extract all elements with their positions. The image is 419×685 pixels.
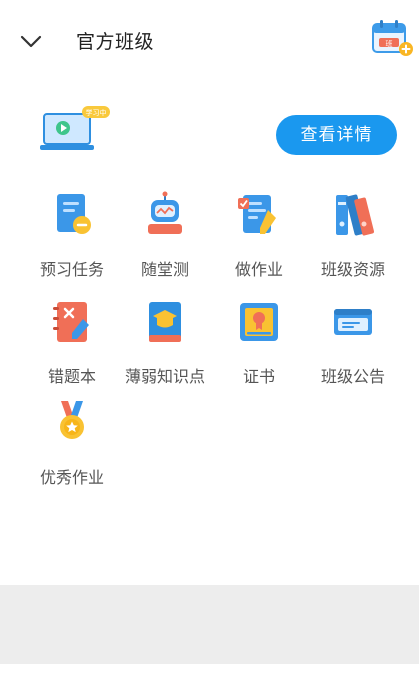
grid-item-preview-task[interactable]: 预习任务 <box>20 190 124 280</box>
grid-label: 班级资源 <box>320 260 385 279</box>
medal-icon <box>60 401 84 439</box>
classroom-laptop-icon: 学习中 <box>40 106 110 150</box>
grid-label: 优秀作业 <box>39 468 104 487</box>
page-title: 官方班级 <box>76 31 155 53</box>
view-details-button[interactable]: 查看详情 <box>276 115 397 155</box>
footer-area <box>0 585 419 664</box>
grid-label: 班级公告 <box>320 367 385 386</box>
top-bar: 官方班级 班 <box>0 0 419 82</box>
binders-icon <box>336 194 374 236</box>
certificate-icon <box>240 303 278 341</box>
grid-item-excellent-homework[interactable]: 优秀作业 <box>20 398 124 488</box>
grid-label: 薄弱知识点 <box>124 367 205 386</box>
grid-item-certificate[interactable]: 证书 <box>207 297 311 387</box>
chevron-down-icon[interactable] <box>18 28 44 54</box>
wrong-notebook-icon <box>53 302 89 342</box>
grid-label: 随堂测 <box>140 260 189 279</box>
grid-item-quiz[interactable]: 随堂测 <box>113 190 217 280</box>
announcement-icon <box>334 309 372 335</box>
robot-quiz-icon <box>148 191 182 234</box>
graduation-book-icon <box>149 302 181 342</box>
grid-item-weak-points[interactable]: 薄弱知识点 <box>113 297 217 387</box>
grid-label: 错题本 <box>47 367 96 386</box>
grid-item-wrong-notebook[interactable]: 错题本 <box>20 297 124 387</box>
calendar-badge-text: 班 <box>386 39 393 48</box>
grid-label: 做作业 <box>234 260 283 279</box>
preview-task-icon <box>57 194 91 234</box>
grid-item-class-resources[interactable]: 班级资源 <box>301 190 405 280</box>
grid-item-announcement[interactable]: 班级公告 <box>301 297 405 387</box>
grid-label: 证书 <box>242 367 275 386</box>
banner-tag: 学习中 <box>86 108 107 117</box>
grid-label: 预习任务 <box>39 260 104 279</box>
class-calendar-icon[interactable]: 班 <box>370 18 414 58</box>
grid-item-homework[interactable]: 做作业 <box>207 190 311 280</box>
homework-icon <box>238 195 276 234</box>
